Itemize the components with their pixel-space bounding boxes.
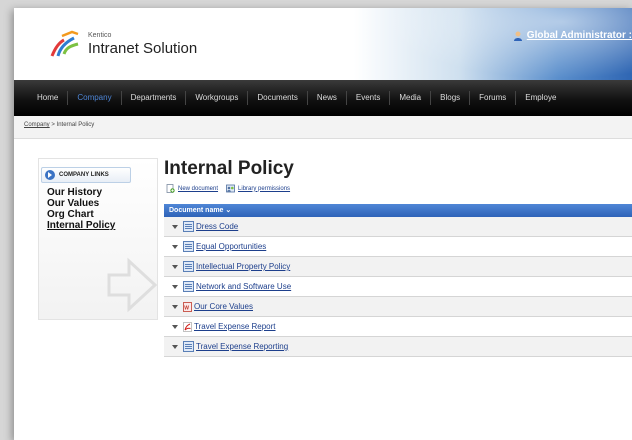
app-window: Kentico Intranet Solution Global Adminis… [14,8,632,440]
user-name-link[interactable]: Global Administrator : [527,30,632,41]
word-doc-icon [183,221,194,232]
nav-item-home[interactable]: Home [14,91,67,105]
library-permissions-button[interactable]: Library permissions [226,184,290,193]
company-links-header: COMPANY LINKS [41,167,131,183]
document-name-link[interactable]: Intellectual Property Policy [196,262,290,271]
company-links-list: Our History Our Values Org Chart Interna… [47,187,115,231]
document-name-link[interactable]: Our Core Values [194,302,253,311]
row-menu-arrow-icon[interactable] [172,244,178,249]
page-title: Internal Policy [164,158,294,179]
user-menu[interactable]: Global Administrator : [513,30,632,41]
nav-item-forums[interactable]: Forums [469,91,515,105]
breadcrumb: Company > Internal Policy [24,122,94,128]
column-header-label: Document name [169,207,224,214]
table-row[interactable]: Equal Opportunities [164,237,632,257]
row-menu-arrow-icon[interactable] [172,304,178,309]
svg-text:W: W [184,305,189,311]
row-menu-arrow-icon[interactable] [172,344,178,349]
permissions-icon [226,184,235,193]
word-doc-icon [183,341,194,352]
company-links-panel: COMPANY LINKS Our History Our Values Org… [38,158,158,320]
word-doc-icon [183,281,194,292]
nav-item-events[interactable]: Events [345,91,389,105]
breadcrumb-link-company[interactable]: Company [24,122,50,128]
document-grid: Document name ⌄ Dress Code Equal Opportu… [164,204,632,357]
library-actions: New document Library permissions [166,184,290,193]
breadcrumb-bar: Company > Internal Policy [14,116,632,139]
main-navigation: Home Company Departments Workgroups Docu… [14,80,632,117]
logo-title[interactable]: Intranet Solution [88,40,197,57]
nav-item-news[interactable]: News [306,91,346,105]
nav-item-departments[interactable]: Departments [120,91,186,105]
nav-item-employees[interactable]: Employe [515,91,565,105]
sort-desc-icon: ⌄ [225,207,232,214]
table-row[interactable]: Travel Expense Reporting [164,337,632,357]
row-menu-arrow-icon[interactable] [172,224,178,229]
table-row[interactable]: Intellectual Property Policy [164,257,632,277]
kentico-logo-icon [50,30,79,57]
user-icon [513,31,522,41]
table-row[interactable]: W Our Core Values [164,297,632,317]
document-name-link[interactable]: Travel Expense Report [194,322,276,331]
logo-brand: Kentico [88,32,112,39]
row-menu-arrow-icon[interactable] [172,264,178,269]
breadcrumb-separator: > [49,122,57,128]
row-menu-arrow-icon[interactable] [172,284,178,289]
document-name-link[interactable]: Travel Expense Reporting [196,342,288,351]
table-row[interactable]: Travel Expense Report [164,317,632,337]
nav-item-workgroups[interactable]: Workgroups [185,91,247,105]
document-grid-rows: Dress Code Equal Opportunities Intellect… [164,217,632,357]
nav-item-media[interactable]: Media [389,91,430,105]
word-doc-icon [183,241,194,252]
table-row[interactable]: Network and Software Use [164,277,632,297]
side-link-our-history[interactable]: Our History [47,187,115,198]
word-doc-icon [183,261,194,272]
new-document-button[interactable]: New document [166,184,218,193]
play-icon [45,170,55,180]
nav-item-company[interactable]: Company [67,91,120,105]
nav-item-documents[interactable]: Documents [247,91,306,105]
decorative-arrow-icon [107,257,157,313]
document-name-link[interactable]: Dress Code [196,222,238,231]
library-permissions-label: Library permissions [238,185,291,192]
breadcrumb-current: Internal Policy [56,122,95,128]
document-name-link[interactable]: Network and Software Use [196,282,291,291]
doc-icon: W [183,301,192,312]
nav-item-blogs[interactable]: Blogs [430,91,469,105]
company-links-title: COMPANY LINKS [59,172,109,178]
column-header-document-name[interactable]: Document name ⌄ [164,204,632,217]
row-menu-arrow-icon[interactable] [172,324,178,329]
table-row[interactable]: Dress Code [164,217,632,237]
side-link-our-values[interactable]: Our Values [47,198,115,209]
side-link-internal-policy[interactable]: Internal Policy [47,220,115,231]
new-document-label: New document [178,185,219,192]
document-name-link[interactable]: Equal Opportunities [196,242,266,251]
side-link-org-chart[interactable]: Org Chart [47,209,115,220]
new-document-icon [166,184,175,193]
pdf-icon [183,321,192,332]
site-header: Kentico Intranet Solution Global Adminis… [14,8,632,88]
